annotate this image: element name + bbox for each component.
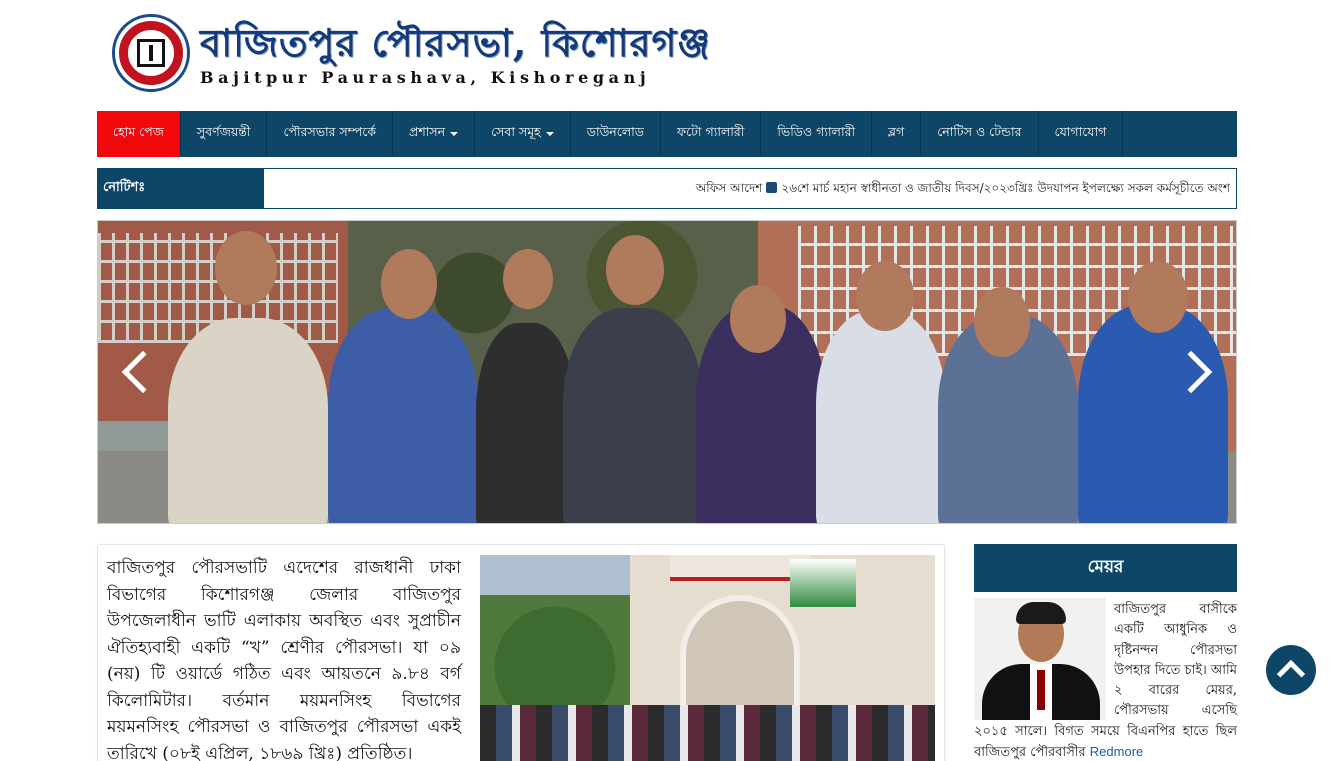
nav-services-label: সেবা সমূহ (491, 124, 541, 139)
nav-video-gallery-label: ভিডিও গ্যালারী (777, 124, 856, 139)
image-slider (97, 220, 1237, 524)
mayor-title: মেয়র (974, 544, 1237, 592)
slide-person-head (503, 249, 553, 309)
nav-notice-tender[interactable]: নোটিস ও টেন্ডার (921, 111, 1039, 157)
slide-person (328, 308, 478, 523)
slide-person-head (856, 261, 914, 331)
nav-home-label: হোম পেজ (113, 124, 164, 139)
slide-person (563, 308, 703, 523)
nav-administration-label: প্রশাসন (409, 124, 446, 139)
slide-person-head (606, 235, 664, 305)
nav-services-dropdown[interactable]: সেবা সমূহ (475, 111, 571, 157)
slide-person-head (974, 287, 1030, 357)
nav-home[interactable]: হোম পেজ (97, 111, 181, 157)
nav-blog[interactable]: ব্লগ (872, 111, 922, 157)
read-more-link[interactable]: Redmore (1090, 744, 1143, 759)
about-text: বাজিতপুর পৌরসভাটি এদেশের রাজধানী ঢাকা বি… (107, 558, 461, 761)
caret-down-icon (450, 132, 459, 136)
chevron-up-icon (1276, 659, 1306, 689)
nav-notice-tender-label: নোটিস ও টেন্ডার (937, 124, 1022, 139)
nav-photo-gallery[interactable]: ফটো গ্যালারী (661, 111, 762, 157)
square-bullet-icon (766, 182, 778, 193)
slide-person-head (381, 249, 437, 319)
photo-signboard (790, 559, 856, 607)
municipality-office-photo (480, 555, 935, 761)
slide-person (1078, 305, 1228, 523)
nav-video-gallery[interactable]: ভিডিও গ্যালারী (761, 111, 873, 157)
nav-blog-label: ব্লগ (888, 124, 905, 139)
page: বাজিতপুর পৌরসভা, কিশোরগঞ্জ Bajitpur Paur… (0, 0, 1340, 761)
nav-photo-gallery-label: ফটো গ্যালারী (676, 124, 745, 139)
slide-person-head (730, 285, 786, 353)
nav-about-label: পৌরসভার সম্পর্কে (283, 124, 377, 139)
notice-label: নোটিশঃ (98, 169, 264, 208)
notice-items: অফিস আদেশ ২৬শে মার্চ মহান স্বাধীনতা ও জাত… (696, 180, 1230, 200)
logo-emblem (137, 39, 165, 67)
nav-contact-label: যোগাযোগ (1054, 124, 1107, 139)
back-to-top-button[interactable] (1266, 645, 1316, 695)
notice-ticker: নোটিশঃ অফিস আদেশ ২৬শে মার্চ মহান স্বাধীনত… (97, 168, 1237, 209)
nav-download[interactable]: ডাউনলোড (571, 111, 661, 157)
notice-marquee: অফিস আদেশ ২৬শে মার্চ মহান স্বাধীনতা ও জাত… (264, 169, 1236, 208)
slide-person (168, 318, 328, 523)
mayor-photo-tie (1037, 670, 1045, 710)
main-navbar: হোম পেজ সুবর্ণজয়ন্তী পৌরসভার সম্পর্কে প… (97, 111, 1237, 157)
caret-down-icon (545, 132, 554, 136)
site-header: বাজিতপুর পৌরসভা, কিশোরগঞ্জ Bajitpur Paur… (110, 12, 710, 98)
site-title-english: Bajitpur Paurashava, Kishoreganj (200, 68, 651, 87)
mayor-card: মেয়র বাজিতপুর বাসীকে একটি আধুনিক ও দৃষ্… (974, 544, 1237, 761)
slide-person-head (1128, 261, 1188, 333)
notice-item-independence-day[interactable]: ২৬শে মার্চ মহান স্বাধীনতা ও জাতীয় দিবস/… (781, 181, 1230, 195)
slide-person-head (215, 231, 277, 305)
mayor-photo (974, 598, 1106, 720)
photo-building-banner (670, 555, 810, 581)
notice-item-office-order[interactable]: অফিস আদেশ (696, 181, 763, 195)
nav-administration-dropdown[interactable]: প্রশাসন (393, 111, 476, 157)
nav-contact[interactable]: যোগাযোগ (1039, 111, 1124, 157)
slide-person (816, 311, 946, 523)
photo-group-of-people (480, 705, 935, 761)
nav-golden-jubilee[interactable]: সুবর্ণজয়ন্তী (181, 111, 268, 157)
municipality-logo[interactable] (112, 14, 190, 92)
about-section: বাজিতপুর পৌরসভাটি এদেশের রাজধানী ঢাকা বি… (97, 544, 945, 761)
nav-golden-jubilee-label: সুবর্ণজয়ন্তী (196, 124, 251, 139)
nav-download-label: ডাউনলোড (586, 124, 644, 139)
mayor-photo-hair (1016, 602, 1066, 624)
nav-about[interactable]: পৌরসভার সম্পর্কে (267, 111, 394, 157)
slide-person (476, 323, 576, 523)
